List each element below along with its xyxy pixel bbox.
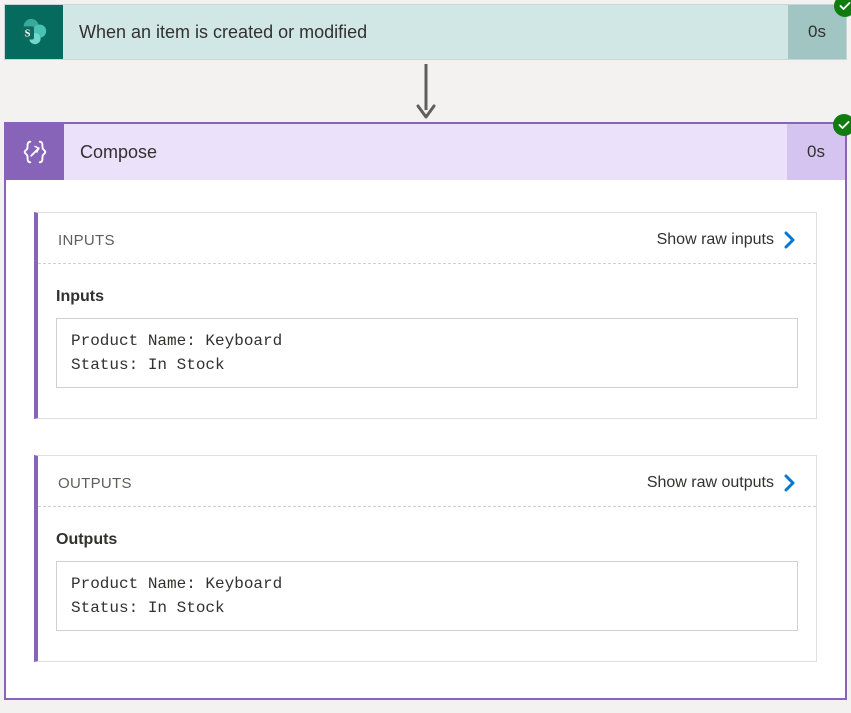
chevron-right-icon [784,231,796,249]
flow-arrow-connector [4,60,847,122]
show-raw-outputs-button[interactable]: Show raw outputs [647,474,796,492]
show-raw-inputs-label: Show raw inputs [657,231,774,249]
compose-card: Compose 0s INPUTS Show raw inputs Inputs… [4,122,847,700]
outputs-sub-label: Outputs [56,531,798,549]
inputs-content: Product Name: Keyboard Status: In Stock [56,318,798,388]
outputs-content: Product Name: Keyboard Status: In Stock [56,561,798,631]
compose-title: Compose [64,124,787,180]
compose-braces-icon [6,124,64,180]
trigger-title: When an item is created or modified [63,5,788,59]
outputs-header-label: OUTPUTS [58,475,132,492]
trigger-card[interactable]: S When an item is created or modified 0s [4,4,847,60]
inputs-panel: INPUTS Show raw inputs Inputs Product Na… [34,212,817,419]
chevron-right-icon [784,474,796,492]
inputs-sub-label: Inputs [56,288,798,306]
svg-text:S: S [25,29,31,40]
compose-header[interactable]: Compose 0s [6,124,845,180]
sharepoint-icon: S [5,5,63,59]
success-check-icon [833,114,851,136]
show-raw-inputs-button[interactable]: Show raw inputs [657,231,796,249]
outputs-panel: OUTPUTS Show raw outputs Outputs Product… [34,455,817,662]
inputs-header-label: INPUTS [58,232,115,249]
show-raw-outputs-label: Show raw outputs [647,474,774,492]
